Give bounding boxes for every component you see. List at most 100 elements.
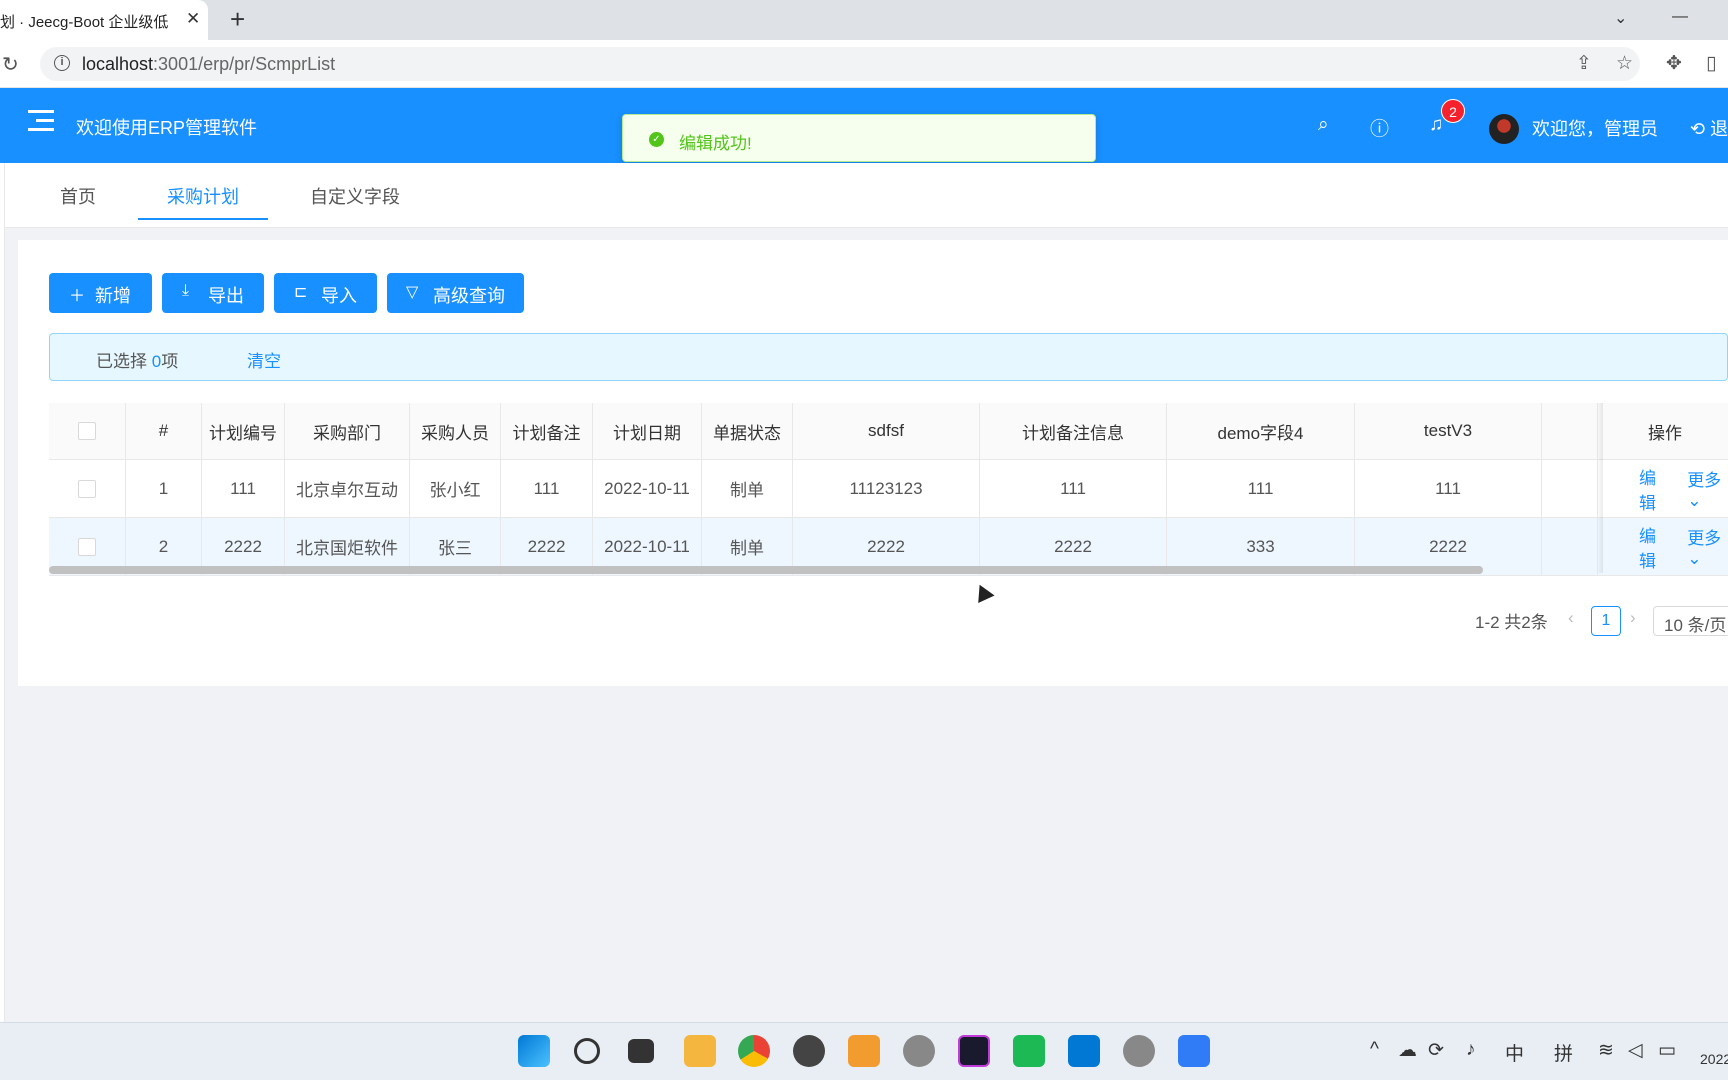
sync-icon[interactable]: ⟳ bbox=[1428, 1039, 1444, 1062]
app-icon[interactable] bbox=[1178, 1035, 1210, 1067]
battery-icon[interactable]: ▭ bbox=[1658, 1039, 1676, 1062]
extensions-icon[interactable]: ✥ bbox=[1666, 52, 1682, 75]
more-dropdown[interactable]: 更多 ⌄ bbox=[1687, 524, 1728, 569]
tab-purchase-plan[interactable]: 采购计划 bbox=[167, 183, 239, 209]
col-demo4[interactable]: demo字段4 bbox=[1167, 403, 1355, 459]
col-remark-info[interactable]: 计划备注信息 bbox=[980, 403, 1167, 459]
row-checkbox[interactable] bbox=[78, 479, 96, 498]
clear-selection-link[interactable]: 清空 bbox=[247, 347, 281, 372]
close-tab-icon[interactable]: ✕ bbox=[186, 9, 200, 29]
more-dropdown[interactable]: 更多 ⌄ bbox=[1687, 466, 1728, 511]
cell-dept: 北京卓尔互动 bbox=[285, 460, 410, 517]
user-greeting[interactable]: 欢迎您，管理员 bbox=[1532, 115, 1658, 141]
check-circle-icon: ✓ bbox=[649, 132, 664, 147]
export-button[interactable]: ⤓ 导出 bbox=[162, 273, 264, 313]
app-icon[interactable] bbox=[903, 1035, 935, 1067]
page-1-button[interactable]: 1 bbox=[1591, 606, 1621, 636]
edit-link[interactable]: 编辑 bbox=[1639, 522, 1665, 572]
url-field[interactable]: i localhost:3001/erp/pr/ScmprList bbox=[40, 47, 1640, 81]
browser-tabstrip: 划 · Jeecg-Boot 企业级低 ✕ + ⌄ — bbox=[0, 0, 1728, 40]
row-actions: 编辑 更多 ⌄ bbox=[1602, 518, 1728, 575]
col-date[interactable]: 计划日期 bbox=[593, 403, 702, 459]
prev-page-icon[interactable]: ‹ bbox=[1568, 608, 1574, 628]
col-status[interactable]: 单据状态 bbox=[702, 403, 793, 459]
row-checkbox[interactable] bbox=[78, 537, 96, 556]
wifi-icon[interactable]: ≋ bbox=[1598, 1039, 1614, 1062]
microphone-icon[interactable]: ♪ bbox=[1466, 1039, 1476, 1061]
reload-icon[interactable]: ↻ bbox=[2, 52, 19, 77]
windows-start-icon[interactable] bbox=[518, 1035, 550, 1067]
table-header: # 计划编号 采购部门 采购人员 计划备注 计划日期 单据状态 sdfsf 计划… bbox=[49, 403, 1728, 460]
col-index: # bbox=[126, 403, 202, 459]
add-button[interactable]: ＋ 新增 bbox=[49, 273, 152, 313]
tray-overflow-icon[interactable]: ^ bbox=[1370, 1039, 1379, 1061]
search-taskbar-icon[interactable] bbox=[574, 1038, 600, 1064]
hbuilder-icon[interactable] bbox=[1013, 1035, 1045, 1067]
tab-search-icon[interactable]: ⌄ bbox=[1614, 8, 1627, 28]
data-table: # 计划编号 采购部门 采购人员 计划备注 计划日期 单据状态 sdfsf 计划… bbox=[49, 403, 1728, 576]
avatar[interactable] bbox=[1489, 114, 1519, 144]
site-info-icon[interactable]: i bbox=[54, 55, 70, 71]
page-size-select[interactable]: 10 条/页 bbox=[1653, 606, 1728, 636]
help-icon[interactable]: ⓘ bbox=[1370, 114, 1389, 141]
col-actions: 操作 bbox=[1648, 423, 1682, 443]
fixed-column-shadow bbox=[1597, 403, 1603, 573]
toast-message: 编辑成功! bbox=[679, 134, 752, 153]
new-tab-icon[interactable]: + bbox=[230, 4, 245, 35]
tab-home[interactable]: 首页 bbox=[60, 183, 96, 209]
onedrive-icon[interactable]: ☁ bbox=[1398, 1039, 1417, 1062]
download-icon: ⤓ bbox=[182, 282, 190, 299]
cell-remark-info: 111 bbox=[980, 460, 1167, 517]
cell-remark: 111 bbox=[501, 460, 593, 517]
app-icon[interactable] bbox=[793, 1035, 825, 1067]
ime-mode[interactable]: 拼 bbox=[1554, 1039, 1573, 1066]
intellij-icon[interactable] bbox=[958, 1035, 990, 1067]
tab-custom-fields[interactable]: 自定义字段 bbox=[310, 183, 400, 209]
plus-icon: ＋ bbox=[69, 288, 86, 305]
menu-toggle-icon[interactable] bbox=[28, 110, 54, 132]
browser-tab-title: 划 · Jeecg-Boot 企业级低 bbox=[0, 14, 169, 31]
volume-icon[interactable]: ◁ bbox=[1628, 1039, 1643, 1062]
taskbar: ^ ☁ ⟳ ♪ 中 拼 ≋ ◁ ▭ 2022 bbox=[0, 1022, 1728, 1080]
search-icon[interactable]: ⌕ bbox=[1318, 114, 1329, 136]
browser-tab[interactable]: 划 · Jeecg-Boot 企业级低 ✕ bbox=[0, 0, 208, 40]
collapsed-sidebar bbox=[0, 163, 5, 1023]
col-dept[interactable]: 采购部门 bbox=[285, 403, 410, 459]
import-icon: ⊏ bbox=[294, 284, 308, 301]
cell-demo4: 111 bbox=[1167, 460, 1355, 517]
cell-hidden bbox=[1542, 518, 1598, 575]
edit-link[interactable]: 编辑 bbox=[1639, 464, 1665, 514]
cell-sdfsf: 11123123 bbox=[793, 460, 980, 517]
selection-info-bar: 已选择 0项 清空 bbox=[49, 333, 1728, 381]
cell-buyer: 张小红 bbox=[410, 460, 501, 517]
app-icon[interactable] bbox=[1123, 1035, 1155, 1067]
sidepanel-icon[interactable]: ▯ bbox=[1706, 52, 1716, 75]
col-remark[interactable]: 计划备注 bbox=[501, 403, 593, 459]
advanced-query-button[interactable]: ▽ 高级查询 bbox=[387, 273, 524, 313]
col-sdfsf[interactable]: sdfsf bbox=[793, 403, 980, 459]
task-view-icon[interactable] bbox=[628, 1039, 654, 1063]
col-buyer[interactable]: 采购人员 bbox=[410, 403, 501, 459]
select-all-checkbox[interactable] bbox=[78, 422, 96, 440]
bookmark-star-icon[interactable]: ☆ bbox=[1616, 52, 1633, 75]
file-explorer-icon[interactable] bbox=[684, 1035, 716, 1067]
bell-icon[interactable]: ♫ bbox=[1429, 114, 1443, 136]
ime-language[interactable]: 中 bbox=[1505, 1039, 1524, 1066]
logout-button[interactable]: ⟲ 退 bbox=[1690, 115, 1728, 141]
share-icon[interactable]: ⇪ bbox=[1576, 52, 1592, 75]
chrome-icon[interactable] bbox=[738, 1035, 770, 1067]
col-testv3[interactable]: testV3 bbox=[1355, 403, 1542, 459]
app-icon[interactable] bbox=[848, 1035, 880, 1067]
clock[interactable]: 2022 bbox=[1700, 1051, 1728, 1067]
minimize-icon[interactable]: — bbox=[1672, 8, 1688, 26]
horizontal-scrollbar[interactable] bbox=[49, 566, 1483, 574]
selection-count-text: 已选择 0项 bbox=[96, 352, 179, 371]
next-page-icon[interactable]: › bbox=[1630, 608, 1636, 628]
import-button[interactable]: ⊏ 导入 bbox=[274, 273, 377, 313]
cell-index: 1 bbox=[126, 460, 202, 517]
page-tabs: 首页 采购计划 自定义字段 bbox=[5, 163, 1728, 228]
table-row[interactable]: 1 111 北京卓尔互动 张小红 111 2022-10-11 制单 11123… bbox=[49, 460, 1728, 518]
col-plan-no[interactable]: 计划编号 bbox=[202, 403, 285, 459]
cell-status: 制单 bbox=[702, 460, 793, 517]
vscode-icon[interactable] bbox=[1068, 1035, 1100, 1067]
